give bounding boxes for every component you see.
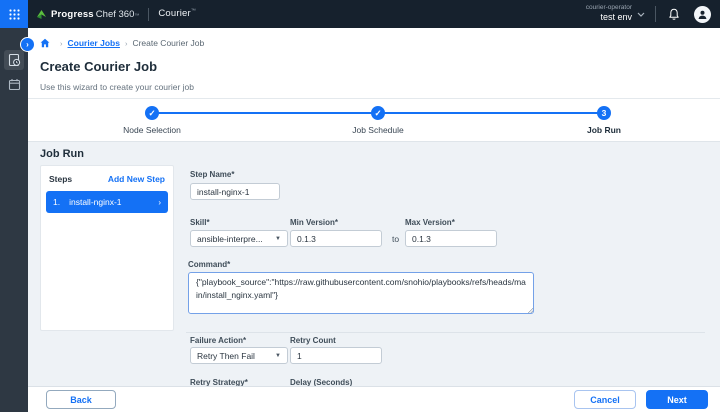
command-textarea[interactable]: {"playbook_source":"https://raw.githubus… — [188, 272, 534, 314]
brand-divider — [148, 7, 150, 21]
breadcrumb-separator: › — [60, 38, 63, 48]
step-index: 1. — [53, 197, 61, 207]
env-name-label: test env — [600, 12, 632, 23]
bell-icon — [668, 8, 680, 21]
brand-logo: Progress Chef 360 ™ — [36, 9, 139, 20]
progress-chef-logo-icon — [36, 9, 47, 20]
step-name: install-nginx-1 — [69, 197, 122, 207]
product-trademark: ™ — [190, 8, 197, 15]
failure-action-select[interactable]: Retry Then Fail ▼ — [190, 347, 288, 364]
product-name: Courier™ — [158, 8, 197, 20]
wizard-stepper: ✓ Node Selection ✓ Job Schedule 3 Job Ru… — [28, 99, 720, 141]
app-window: Progress Chef 360 ™ Courier™ courier-ope… — [0, 0, 720, 412]
retry-count-input[interactable] — [290, 347, 382, 364]
delay-seconds-label: Delay (Seconds) — [290, 378, 353, 386]
add-new-step-link[interactable]: Add New Step — [108, 174, 165, 184]
left-sidebar — [0, 28, 28, 412]
breadcrumb-link-courier-jobs[interactable]: Courier Jobs — [68, 38, 120, 48]
dropdown-arrow-icon: ▼ — [275, 235, 281, 242]
brand-progress-text: Progress — [51, 8, 94, 20]
max-version-label: Max Version* — [405, 218, 455, 227]
retry-strategy-label: Retry Strategy* — [190, 378, 248, 386]
chevron-down-icon — [637, 12, 645, 17]
breadcrumb-current: Create Courier Job — [132, 38, 205, 48]
step-name-label: Step Name* — [190, 170, 235, 179]
grid-icon — [8, 8, 20, 20]
resize-handle-icon[interactable] — [527, 307, 533, 313]
sidebar-item-schedules[interactable] — [4, 74, 24, 94]
stepper-step-label: Node Selection — [123, 125, 181, 135]
env-role-label: courier-operator — [585, 4, 632, 12]
steps-panel: Steps Add New Step 1. install-nginx-1 › — [40, 165, 174, 331]
avatar-icon — [697, 9, 708, 20]
stepper-step-label: Job Run — [587, 125, 621, 135]
stepper-step-label: Job Schedule — [352, 125, 404, 135]
job-run-section: Job Run Steps Add New Step 1. install-ng… — [28, 141, 720, 386]
chevron-right-icon: › — [26, 39, 29, 49]
chevron-right-icon: › — [158, 197, 161, 207]
check-icon: ✓ — [148, 107, 156, 118]
back-button[interactable]: Back — [46, 390, 116, 409]
max-version-input[interactable] — [405, 230, 497, 247]
divider — [186, 332, 705, 333]
account-button[interactable] — [694, 5, 711, 23]
min-version-label: Min Version* — [290, 218, 339, 227]
breadcrumb-separator: › — [124, 38, 128, 48]
brand-chef360-text: Chef 360 — [95, 8, 135, 20]
breadcrumb: › Courier Jobs › Create Courier Job — [40, 38, 204, 48]
skill-select[interactable]: ansible-interpre... ▼ — [190, 230, 288, 247]
cancel-button[interactable]: Cancel — [574, 390, 636, 409]
notifications-button[interactable] — [668, 8, 680, 21]
clipboard-clock-icon — [8, 53, 21, 67]
step-name-input[interactable] — [190, 183, 280, 200]
step-number: 3 — [601, 107, 607, 118]
calendar-icon — [8, 78, 21, 91]
stepper-step-node-selection[interactable]: ✓ Node Selection — [87, 106, 217, 135]
sidebar-item-courier-jobs[interactable] — [4, 50, 24, 70]
next-button[interactable]: Next — [646, 390, 708, 409]
stepper-step-job-schedule[interactable]: ✓ Job Schedule — [313, 106, 443, 135]
section-heading: Job Run — [40, 148, 84, 160]
skill-label: Skill* — [190, 218, 210, 227]
wizard-footer: Back Cancel Next — [28, 386, 720, 412]
min-version-input[interactable] — [290, 230, 382, 247]
app-launcher-button[interactable] — [0, 0, 28, 28]
sidebar-collapse-toggle[interactable]: › — [20, 37, 35, 52]
retry-count-label: Retry Count — [290, 336, 336, 345]
dropdown-arrow-icon: ▼ — [275, 352, 281, 359]
header-divider — [655, 6, 656, 22]
page-title: Create Courier Job — [40, 59, 158, 74]
skill-select-value: ansible-interpre... — [197, 233, 263, 244]
top-header: Progress Chef 360 ™ Courier™ courier-ope… — [0, 0, 720, 28]
home-icon[interactable] — [40, 38, 50, 48]
to-text: to — [392, 234, 400, 244]
check-icon: ✓ — [374, 107, 382, 118]
step-list-item-selected[interactable]: 1. install-nginx-1 › — [46, 191, 168, 213]
command-label: Command* — [188, 260, 231, 269]
steps-panel-title: Steps — [49, 174, 73, 184]
brand-trademark: ™ — [134, 12, 140, 19]
page-subtitle: Use this wizard to create your courier j… — [40, 82, 195, 92]
environment-selector[interactable]: courier-operator test env — [586, 4, 645, 23]
main-content: › Courier Jobs › Create Courier Job Crea… — [28, 28, 720, 412]
failure-action-value: Retry Then Fail — [197, 350, 255, 361]
stepper-step-job-run[interactable]: 3 Job Run — [539, 106, 669, 135]
failure-action-label: Failure Action* — [190, 336, 247, 345]
